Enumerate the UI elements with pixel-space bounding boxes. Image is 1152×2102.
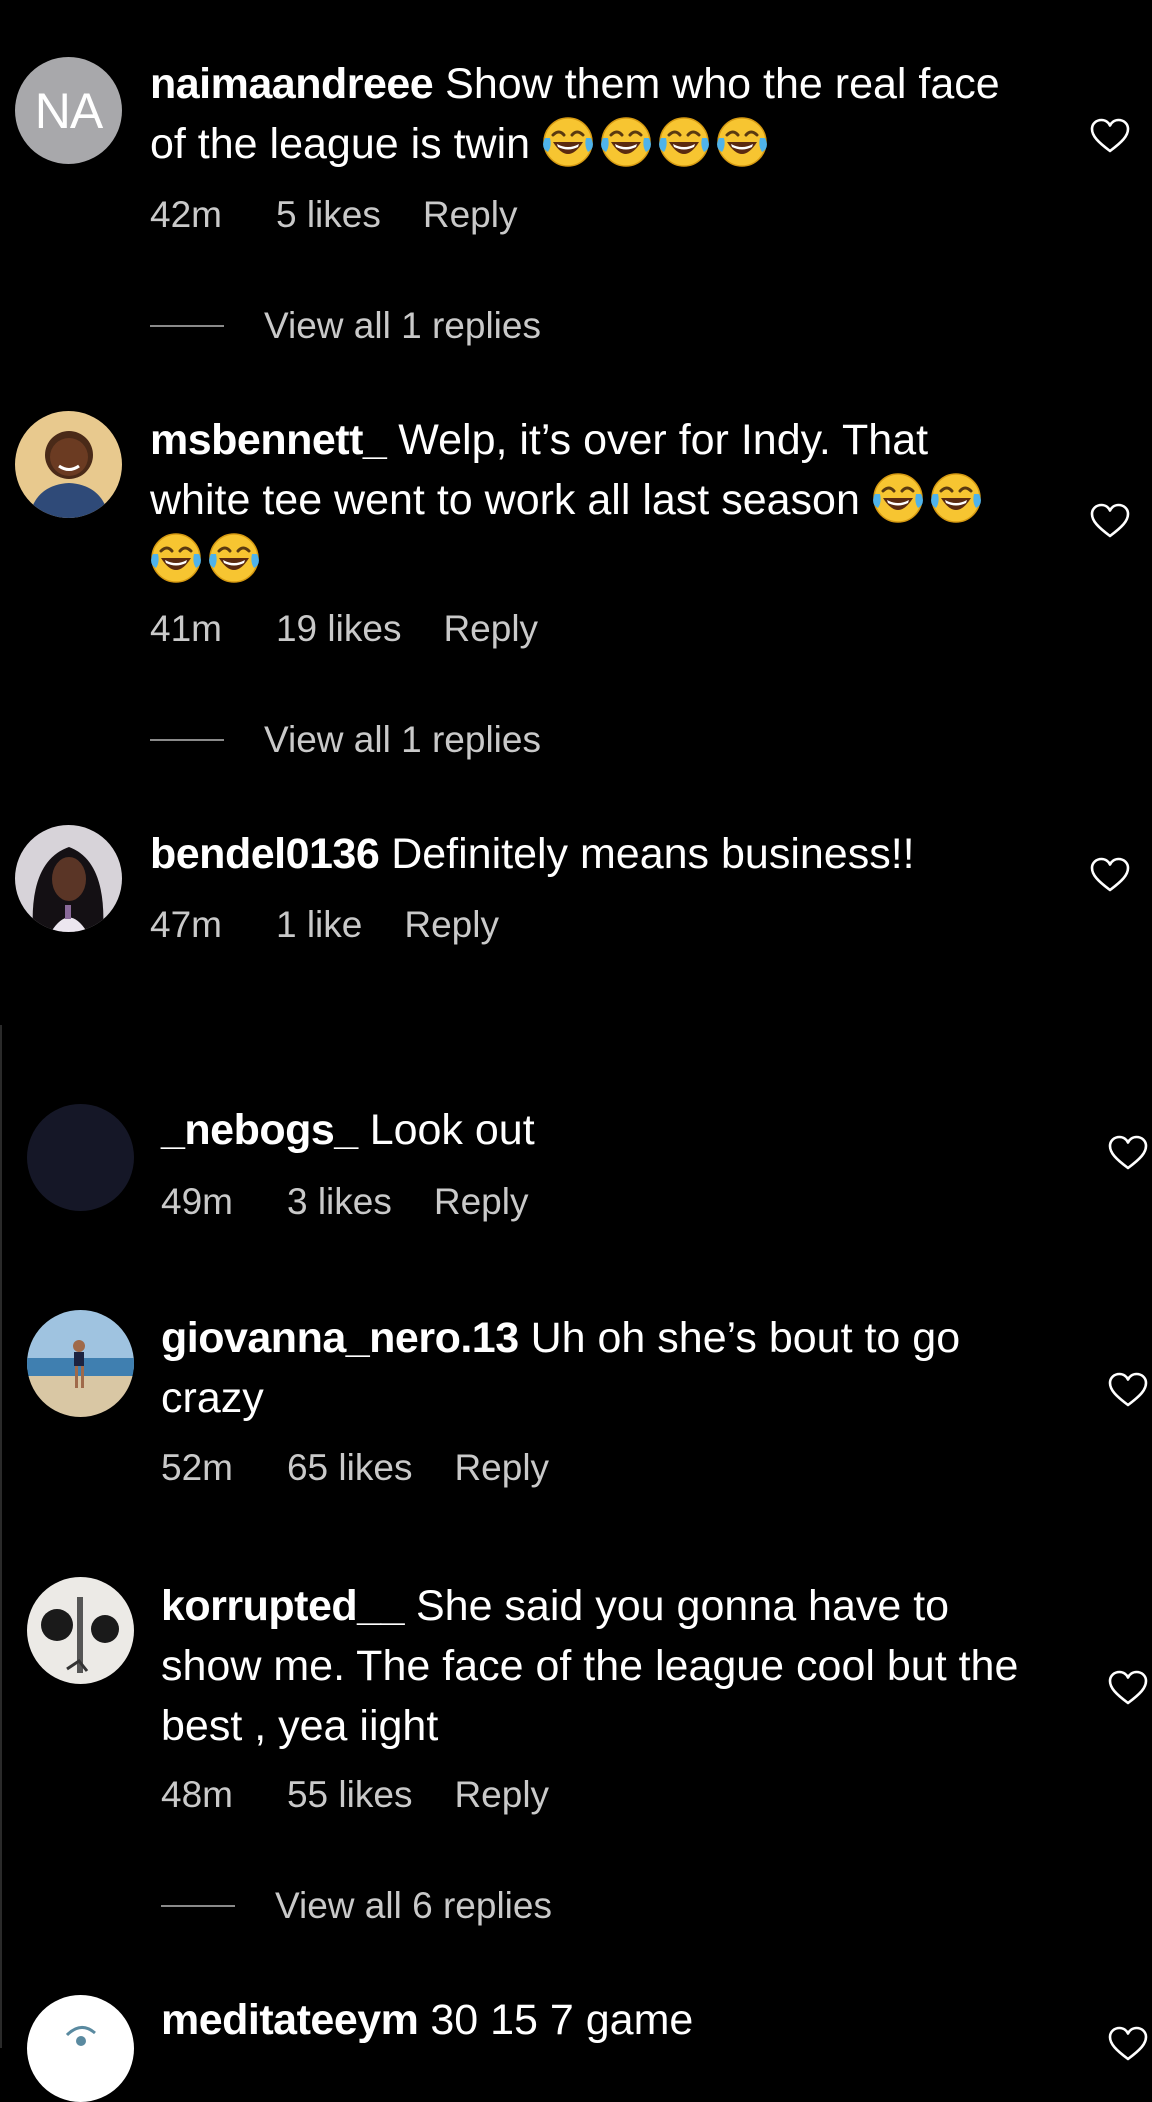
list-edge-divider <box>0 1025 2 2048</box>
laughing-emoji-icon <box>872 472 924 524</box>
comment-username[interactable]: bendel0136 <box>150 830 380 878</box>
comment-time: 48m <box>161 1774 233 1815</box>
heart-icon[interactable] <box>1090 503 1130 539</box>
view-replies-label: View all 6 replies <box>275 1885 552 1926</box>
comment-meta: 49m 3 likes Reply <box>161 1181 528 1223</box>
comment-time: 41m <box>150 608 222 649</box>
laughing-emoji-icon <box>716 116 768 168</box>
comment-likes[interactable]: 3 likes <box>287 1181 392 1223</box>
heart-icon[interactable] <box>1108 2026 1148 2062</box>
reply-button[interactable]: Reply <box>454 1774 549 1816</box>
reply-button[interactable]: Reply <box>443 608 538 650</box>
comment-time: 52m <box>161 1447 233 1488</box>
laughing-emoji-icon <box>930 472 982 524</box>
comment-meta: 48m 55 likes Reply <box>161 1774 549 1816</box>
avatar-initials: NA <box>34 82 103 139</box>
comment-time: 47m <box>150 904 222 945</box>
comment-likes[interactable]: 1 like <box>276 904 362 946</box>
comment-text-block: msbennett_ Welp, it’s over for Indy. Tha… <box>150 410 1010 590</box>
comment-time: 42m <box>150 194 222 235</box>
avatar[interactable] <box>27 1995 134 2102</box>
comment-meta: 41m 19 likes Reply <box>150 608 538 650</box>
comment-likes[interactable]: 55 likes <box>287 1774 412 1816</box>
comment-username[interactable]: _nebogs_ <box>161 1106 358 1154</box>
reply-button[interactable]: Reply <box>404 904 499 946</box>
view-replies-button[interactable]: View all 1 replies <box>150 305 541 347</box>
avatar[interactable] <box>27 1577 134 1684</box>
laughing-emoji-icon <box>658 116 710 168</box>
comment-text-block: bendel0136 Definitely means business!! <box>150 824 1010 884</box>
comment-username[interactable]: giovanna_nero.13 <box>161 1314 519 1362</box>
heart-icon[interactable] <box>1108 1135 1148 1171</box>
reply-button[interactable]: Reply <box>423 194 518 236</box>
replies-line <box>161 1905 235 1907</box>
reply-button[interactable]: Reply <box>434 1181 529 1223</box>
comment-likes[interactable]: 19 likes <box>276 608 401 650</box>
comment-body: 30 15 7 game <box>430 1996 694 2044</box>
heart-icon[interactable] <box>1090 118 1130 154</box>
view-replies-label: View all 1 replies <box>264 305 541 346</box>
comment-likes[interactable]: 65 likes <box>287 1447 412 1489</box>
comment-username[interactable]: msbennett_ <box>150 416 387 464</box>
heart-icon[interactable] <box>1090 857 1130 893</box>
comment-username[interactable]: naimaandreee <box>150 60 434 108</box>
replies-line <box>150 739 224 741</box>
comment-meta: 52m 65 likes Reply <box>161 1447 549 1489</box>
comment-text-block: meditateeym 30 15 7 game <box>161 1990 1021 2050</box>
laughing-emoji-icon <box>208 532 260 584</box>
comment-text-block: naimaandreee Show them who the real face… <box>150 54 1010 174</box>
comment-text-block: giovanna_nero.13 Uh oh she’s bout to go … <box>161 1308 1021 1428</box>
comment-text-block: _nebogs_ Look out <box>161 1100 1021 1160</box>
heart-icon[interactable] <box>1108 1372 1148 1408</box>
emoji-group <box>542 120 774 168</box>
avatar[interactable] <box>15 825 122 932</box>
comment-body: Look out <box>369 1106 535 1154</box>
view-replies-button[interactable]: View all 6 replies <box>161 1885 552 1927</box>
laughing-emoji-icon <box>150 532 202 584</box>
comment-meta: 47m 1 like Reply <box>150 904 499 946</box>
comment-text-block: korrupted__ She said you gonna have to s… <box>161 1576 1021 1756</box>
avatar[interactable] <box>15 411 122 518</box>
laughing-emoji-icon <box>600 116 652 168</box>
comment-meta: 42m 5 likes Reply <box>150 194 517 236</box>
heart-icon[interactable] <box>1108 1670 1148 1706</box>
avatar[interactable] <box>27 1310 134 1417</box>
comment-username[interactable]: meditateeym <box>161 1996 419 2044</box>
comment-body: Definitely means business!! <box>391 830 915 878</box>
avatar[interactable]: NA <box>15 57 122 164</box>
comment-username[interactable]: korrupted__ <box>161 1582 405 1630</box>
comment-likes[interactable]: 5 likes <box>276 194 381 236</box>
laughing-emoji-icon <box>542 116 594 168</box>
view-replies-label: View all 1 replies <box>264 719 541 760</box>
reply-button[interactable]: Reply <box>454 1447 549 1489</box>
replies-line <box>150 325 224 327</box>
avatar[interactable] <box>27 1104 134 1211</box>
view-replies-button[interactable]: View all 1 replies <box>150 719 541 761</box>
comment-time: 49m <box>161 1181 233 1222</box>
